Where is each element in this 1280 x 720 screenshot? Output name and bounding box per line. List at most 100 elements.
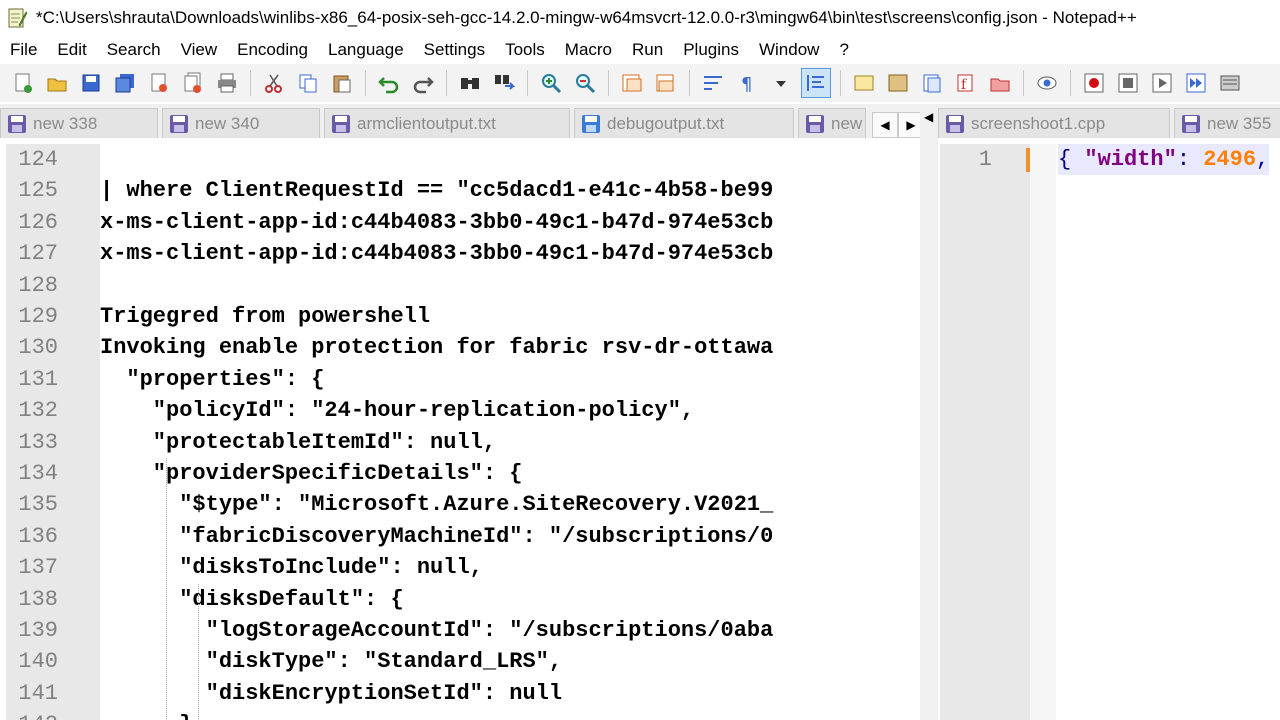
- toolbar-separator: [840, 70, 841, 96]
- word-wrap-icon[interactable]: [699, 69, 727, 97]
- run-multiple-icon[interactable]: [1182, 69, 1210, 97]
- code-line[interactable]: "logStorageAccountId": "/subscriptions/0…: [100, 615, 774, 646]
- udl-icon[interactable]: [850, 69, 878, 97]
- menu-search[interactable]: Search: [97, 40, 171, 60]
- code-line[interactable]: "fabricDiscoveryMachineId": "/subscripti…: [100, 521, 773, 552]
- menu-encoding[interactable]: Encoding: [227, 40, 318, 60]
- zoom-in-icon[interactable]: [537, 69, 565, 97]
- indent-guide-icon[interactable]: [801, 68, 831, 98]
- sync-horizontal-icon[interactable]: [652, 69, 680, 97]
- code-line[interactable]: { "width": 2496,: [1058, 144, 1270, 175]
- tab-debugoutput[interactable]: debugoutput.txt: [574, 108, 794, 138]
- menu-tools[interactable]: Tools: [495, 40, 555, 60]
- line-number: 140: [18, 649, 58, 675]
- copy-icon[interactable]: [294, 69, 322, 97]
- floppy-disk-icon: [169, 114, 189, 134]
- menu-file[interactable]: File: [0, 40, 47, 60]
- tab-new-355[interactable]: new 355: [1174, 108, 1280, 138]
- tab-new-partial[interactable]: new: [798, 108, 866, 138]
- zoom-out-icon[interactable]: [571, 69, 599, 97]
- tab-new-340[interactable]: new 340: [162, 108, 320, 138]
- code-line[interactable]: "disksDefault": {: [100, 584, 403, 615]
- json-key: "width": [1084, 147, 1177, 172]
- code-line[interactable]: "properties": {: [100, 364, 324, 395]
- notepadpp-app-icon[interactable]: [6, 7, 28, 29]
- dropdown-icon[interactable]: [767, 69, 795, 97]
- code-line[interactable]: x-ms-client-app-id:c44b4083-3bb0-49c1-b4…: [100, 207, 773, 238]
- tab-armclientoutput[interactable]: armclientoutput.txt: [324, 108, 570, 138]
- undo-icon[interactable]: [375, 69, 403, 97]
- folder-workspace-icon[interactable]: f: [952, 69, 980, 97]
- record-macro-icon[interactable]: [1080, 69, 1108, 97]
- menu-settings[interactable]: Settings: [414, 40, 495, 60]
- menu-window[interactable]: Window: [749, 40, 829, 60]
- menu-macro[interactable]: Macro: [555, 40, 622, 60]
- tab-scroll-left-icon[interactable]: ◀: [872, 112, 898, 138]
- splitter-arrow-icon[interactable]: ◀: [924, 110, 933, 124]
- close-icon[interactable]: [145, 69, 173, 97]
- menu-plugins[interactable]: Plugins: [673, 40, 749, 60]
- paste-icon[interactable]: [328, 69, 356, 97]
- save-all-icon[interactable]: [111, 69, 139, 97]
- code-line[interactable]: "diskEncryptionSetId": null: [100, 678, 562, 709]
- code-line[interactable]: x-ms-client-app-id:c44b4083-3bb0-49c1-b4…: [100, 238, 773, 269]
- tab-screenshoot1[interactable]: screenshoot1.cpp: [938, 108, 1170, 138]
- open-file-icon[interactable]: [43, 69, 71, 97]
- change-history-marker: [1026, 148, 1030, 172]
- line-number: 135: [18, 492, 58, 518]
- menu-language[interactable]: Language: [318, 40, 414, 60]
- line-number: 137: [18, 555, 58, 581]
- menu-view[interactable]: View: [171, 40, 228, 60]
- menu-run[interactable]: Run: [622, 40, 673, 60]
- doc-list-icon[interactable]: [986, 69, 1014, 97]
- playback-icon[interactable]: [1148, 69, 1176, 97]
- new-file-icon[interactable]: [9, 69, 37, 97]
- json-comma: ,: [1256, 147, 1270, 172]
- sync-vertical-icon[interactable]: [618, 69, 646, 97]
- code-line[interactable]: "policyId": "24-hour-replication-policy"…: [100, 395, 694, 426]
- tab-new-338[interactable]: new 338: [0, 108, 158, 138]
- line-number: 128: [18, 272, 58, 298]
- redo-icon[interactable]: [409, 69, 437, 97]
- show-all-chars-icon[interactable]: ¶: [733, 69, 761, 97]
- code-line[interactable]: },: [100, 709, 205, 720]
- toolbar-separator: [446, 70, 447, 96]
- floppy-disk-icon: [805, 114, 825, 134]
- line-number: 130: [18, 335, 58, 361]
- tab-scroll-right-icon[interactable]: ▶: [898, 112, 920, 138]
- save-macro-icon[interactable]: [1216, 69, 1244, 97]
- code-line[interactable]: | where ClientRequestId == "cc5dacd1-e41…: [100, 175, 773, 206]
- svg-text:¶: ¶: [741, 74, 752, 94]
- close-all-icon[interactable]: [179, 69, 207, 97]
- code-line[interactable]: Trigegred from powershell: [100, 301, 430, 332]
- code-line[interactable]: Invoking enable protection for fabric rs…: [100, 332, 773, 363]
- editor-right[interactable]: 1 { "width": 2496,: [940, 144, 1280, 720]
- view-splitter[interactable]: ◀: [920, 104, 938, 720]
- line-number: 126: [18, 209, 58, 235]
- toolbar-separator: [1070, 70, 1071, 96]
- tab-bar-left: new 338 new 340 armclientoutput.txt debu…: [0, 104, 920, 138]
- replace-icon[interactable]: [490, 69, 518, 97]
- menu-help[interactable]: ?: [829, 40, 858, 60]
- line-number: 129: [18, 304, 58, 329]
- stop-record-icon[interactable]: [1114, 69, 1142, 97]
- line-number: 131: [18, 366, 58, 392]
- save-icon[interactable]: [77, 69, 105, 97]
- find-icon[interactable]: [456, 69, 484, 97]
- line-number: 125: [18, 178, 58, 204]
- tab-bar-right: screenshoot1.cpp new 355: [938, 104, 1280, 138]
- print-icon[interactable]: [213, 69, 241, 97]
- monitoring-icon[interactable]: [1033, 69, 1061, 97]
- menu-edit[interactable]: Edit: [47, 40, 96, 60]
- line-number: 134: [18, 461, 58, 486]
- function-list-icon[interactable]: [918, 69, 946, 97]
- code-line[interactable]: "$type": "Microsoft.Azure.SiteRecovery.V…: [100, 489, 773, 520]
- indent-guide: [166, 458, 167, 720]
- code-line[interactable]: "providerSpecificDetails": {: [100, 458, 523, 489]
- cut-icon[interactable]: [260, 69, 288, 97]
- code-line[interactable]: "disksToInclude": null,: [100, 552, 483, 583]
- doc-map-icon[interactable]: [884, 69, 912, 97]
- code-line[interactable]: "diskType": "Standard_LRS",: [100, 646, 562, 677]
- code-line[interactable]: "protectableItemId": null,: [100, 427, 496, 458]
- editor-left[interactable]: 124 125 | where ClientRequestId == "cc5dac…: [6, 144, 918, 720]
